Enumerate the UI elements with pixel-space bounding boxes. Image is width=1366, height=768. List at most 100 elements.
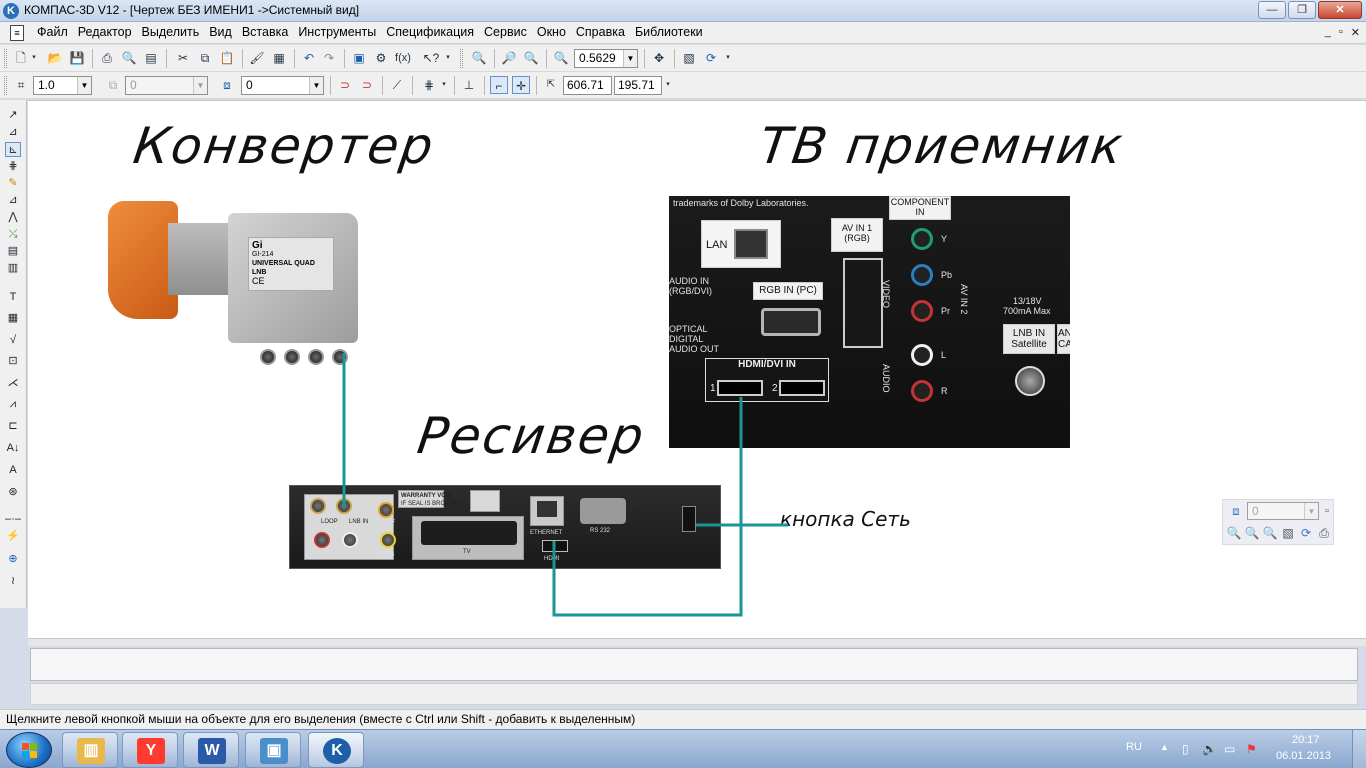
rebuild-icon[interactable]: ⟳ xyxy=(1297,524,1315,542)
menu-specification[interactable]: Спецификация xyxy=(381,25,479,39)
zoom-scale-icon[interactable]: 🔍 xyxy=(552,49,570,67)
taskbar-word-button[interactable]: W xyxy=(183,732,239,768)
language-indicator[interactable]: RU xyxy=(1126,741,1142,753)
pan-icon[interactable]: ✥ xyxy=(650,49,668,67)
print-preview-icon[interactable]: ⎙ xyxy=(1315,524,1333,542)
cut-line-icon[interactable]: A↓ xyxy=(5,441,21,456)
toolbar-grip[interactable] xyxy=(4,76,7,95)
function-fx-icon[interactable]: f(x) xyxy=(394,49,412,67)
zoom-select[interactable]: 0.5629 ▼ xyxy=(574,49,638,68)
clock-date[interactable]: 06.01.2013 xyxy=(1276,750,1331,762)
variables-icon[interactable]: ⚙ xyxy=(372,49,390,67)
cut-icon[interactable]: ✂ xyxy=(174,49,192,67)
save-icon[interactable]: 💾 xyxy=(68,49,86,67)
hatch-icon[interactable]: ⊛ xyxy=(5,485,21,500)
measure-icon[interactable]: ⋀ xyxy=(5,210,21,225)
device-icon[interactable]: ▯ xyxy=(1182,742,1189,756)
document-icon[interactable]: ≡ xyxy=(10,25,24,41)
maximize-button[interactable]: ❐ xyxy=(1288,1,1316,19)
doc-restore-button[interactable]: ▫ xyxy=(1339,26,1343,39)
zoom-out-icon[interactable]: 🔍 xyxy=(522,49,540,67)
layers-icon[interactable]: ⧈ xyxy=(1227,502,1245,520)
show-desktop-button[interactable] xyxy=(1352,730,1366,768)
table-icon[interactable]: ▦ xyxy=(5,311,21,326)
toolbar-overflow-icon[interactable]: ▾ xyxy=(724,49,732,67)
wave-line-icon[interactable]: ≀ xyxy=(5,574,21,589)
layers-icon[interactable]: ⧈ xyxy=(218,76,236,94)
close-button[interactable]: ✕ xyxy=(1318,1,1362,19)
view-icon[interactable]: ⧉ xyxy=(104,76,122,94)
local-cs-icon[interactable]: ⊥ xyxy=(460,76,478,94)
drawing-canvas[interactable]: Конвертер ТВ приемник Ресивер кнопка Сет… xyxy=(28,100,1366,638)
dimensions-icon[interactable]: ⊿ xyxy=(5,125,21,140)
refresh-image-icon[interactable]: ▧ xyxy=(1279,524,1297,542)
toolbar-overflow-icon[interactable]: ▾ xyxy=(664,76,672,94)
menu-file[interactable]: Файл xyxy=(32,25,73,39)
action-center-icon[interactable]: ⚑ xyxy=(1246,742,1257,756)
undo-icon[interactable]: ↶ xyxy=(300,49,318,67)
local-snap-icon[interactable]: ⊃ xyxy=(358,76,376,94)
ortho-mode-icon[interactable]: ⌐ xyxy=(490,76,508,94)
zoom-in-icon[interactable]: 🔍 xyxy=(1225,524,1243,542)
copy-properties-icon[interactable]: 🖌 xyxy=(248,49,266,67)
view-select[interactable]: 0 ▼ xyxy=(125,76,208,95)
cursor-step-select[interactable]: 1.0 ▼ xyxy=(33,76,92,95)
select-icon[interactable]: ⤯ xyxy=(5,227,21,242)
zoom-window-icon[interactable]: 🔍 xyxy=(470,49,488,67)
refresh-image-icon[interactable]: ▧ xyxy=(680,49,698,67)
orthogonal-icon[interactable]: ⟋ xyxy=(388,76,406,94)
associative-views-icon[interactable]: ▤ xyxy=(5,244,21,259)
chevron-down-icon[interactable]: ▼ xyxy=(77,77,91,94)
save-icon[interactable]: ▫ xyxy=(1321,502,1333,520)
round-icon[interactable]: ✛ xyxy=(512,76,530,94)
coordinate-x-field[interactable]: 606.71 xyxy=(563,76,612,95)
spec-panel-icon[interactable]: ▥ xyxy=(5,261,21,276)
manager-icon[interactable]: ▦ xyxy=(270,49,288,67)
drawing-tools-icon[interactable]: ⊾ xyxy=(5,142,21,157)
show-hidden-icons-icon[interactable]: ▲ xyxy=(1160,742,1169,752)
print-icon[interactable]: ⎙ xyxy=(98,49,116,67)
help-pointer-icon[interactable]: ↖? xyxy=(422,49,440,67)
copy-icon[interactable]: ⧉ xyxy=(196,49,214,67)
chevron-down-icon[interactable]: ▼ xyxy=(623,50,637,67)
redo-icon[interactable]: ↷ xyxy=(320,49,338,67)
new-document-icon[interactable]: 🗋 xyxy=(12,49,30,67)
menu-service[interactable]: Сервис xyxy=(479,25,532,39)
coordinate-y-field[interactable]: 195.71 xyxy=(614,76,662,95)
start-button[interactable] xyxy=(6,732,52,768)
menu-view[interactable]: Вид xyxy=(204,25,237,39)
parametrization-icon[interactable]: ⊿ xyxy=(5,193,21,208)
doc-close-button[interactable]: ✕ xyxy=(1351,26,1360,39)
geometry-icon[interactable]: ↗ xyxy=(5,108,21,123)
minimize-button[interactable]: — xyxy=(1258,1,1286,19)
volume-icon[interactable]: 🔊 xyxy=(1202,742,1217,756)
leader-icon[interactable]: ⋌ xyxy=(5,376,21,391)
chevron-down-icon[interactable]: ▼ xyxy=(1304,503,1318,519)
chevron-down-icon[interactable]: ▼ xyxy=(193,77,207,94)
taskbar-explorer-button[interactable]: ▥ xyxy=(62,732,118,768)
step-icon[interactable]: ⌗ xyxy=(12,76,30,94)
taskbar-yandex-button[interactable]: Y xyxy=(122,732,178,768)
kompas-app-icon[interactable]: K xyxy=(3,3,19,19)
menu-select[interactable]: Выделить xyxy=(137,25,205,39)
lightning-icon[interactable]: ⚡ xyxy=(5,529,21,544)
clock-time[interactable]: 20:17 xyxy=(1292,734,1320,746)
menu-tools[interactable]: Инструменты xyxy=(293,25,381,39)
toolbar-grip[interactable] xyxy=(460,49,463,68)
edit-icon[interactable]: ✎ xyxy=(5,176,21,191)
weld-icon[interactable]: ⩘ xyxy=(5,397,21,412)
toolbar-overflow-icon[interactable]: ▾ xyxy=(444,49,452,67)
center-mark-icon[interactable]: ⊕ xyxy=(5,552,21,567)
marks-icon[interactable]: ⋕ xyxy=(5,159,21,174)
rebuild-icon[interactable]: ⟳ xyxy=(702,49,720,67)
floating-layer-select[interactable]: 0 ▼ xyxy=(1247,502,1319,520)
toolbar-grip[interactable] xyxy=(4,49,7,68)
menu-window[interactable]: Окно xyxy=(532,25,571,39)
snap-magnet-icon[interactable]: ⊃ xyxy=(336,76,354,94)
open-folder-icon[interactable]: 📂 xyxy=(46,49,64,67)
chevron-down-icon[interactable]: ▼ xyxy=(309,77,323,94)
menu-insert[interactable]: Вставка xyxy=(237,25,293,39)
grid-dropdown-icon[interactable]: ▾ xyxy=(440,76,448,94)
paste-icon[interactable]: 📋 xyxy=(218,49,236,67)
base-icon[interactable]: ⊡ xyxy=(5,354,21,369)
